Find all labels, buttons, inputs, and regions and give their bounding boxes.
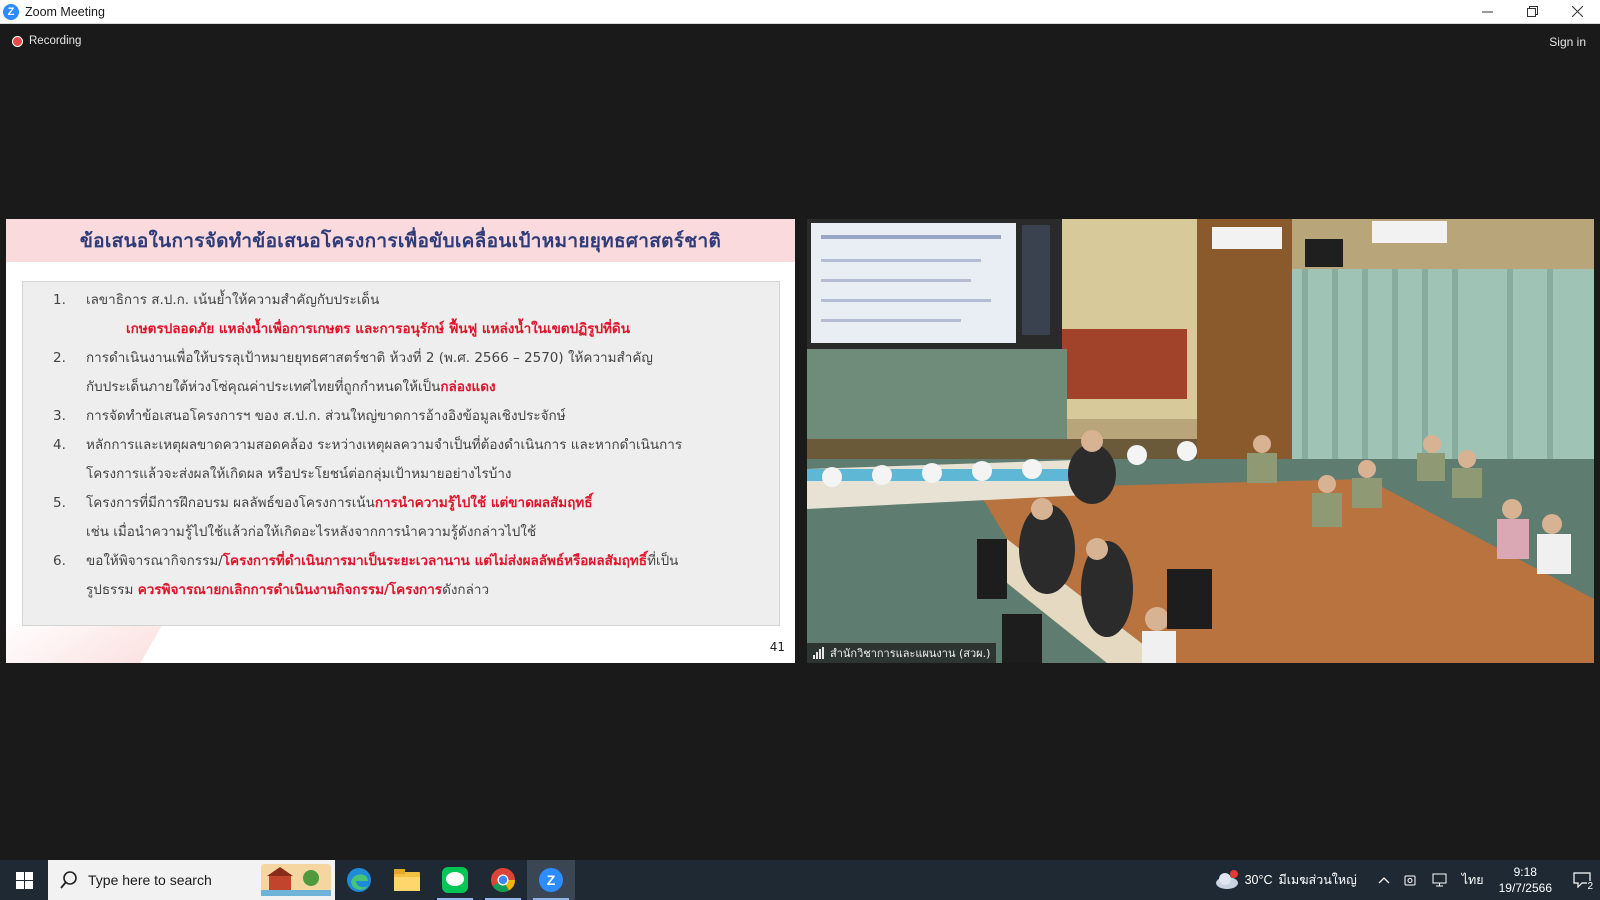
slide-title: ข้อเสนอในการจัดทำข้อเสนอโครงการเพื่อขับเ… xyxy=(79,229,722,252)
chrome-icon xyxy=(491,868,515,893)
sign-in-link[interactable]: Sign in xyxy=(1549,35,1586,49)
window-title-bar: Z Zoom Meeting xyxy=(0,0,1600,24)
start-button[interactable] xyxy=(0,860,48,900)
taskbar-search-box[interactable]: Type here to search xyxy=(48,860,335,900)
zoom-logo-icon: Z xyxy=(3,3,19,20)
cloudy-weather-icon xyxy=(1215,870,1238,889)
taskbar-file-explorer[interactable] xyxy=(383,860,431,900)
participant-name: สำนักวิชาการและแผนงาน (สวผ.) xyxy=(830,647,991,660)
network-button[interactable] xyxy=(1432,873,1448,887)
file-explorer-icon xyxy=(394,869,420,891)
taskbar-edge[interactable] xyxy=(335,860,383,900)
participant-video-tile[interactable]: สำนักวิชาการและแผนงาน (สวผ.) xyxy=(807,219,1594,663)
slide-content-box: 1. เลขาธิการ ส.ป.ก. เน้นย้ำให้ความสำคัญก… xyxy=(22,281,780,626)
search-icon xyxy=(60,871,77,889)
edge-icon xyxy=(347,868,371,892)
restore-icon xyxy=(1527,6,1538,17)
weather-widget[interactable]: 30°C มีเมฆส่วนใหญ่ xyxy=(1215,870,1357,890)
windows-logo-icon xyxy=(15,871,33,889)
minimize-icon xyxy=(1482,11,1493,13)
svg-text:Z: Z xyxy=(547,872,556,888)
line-icon xyxy=(442,867,468,893)
system-tray: 30°C มีเมฆส่วนใหญ่ ไทย 9:18 19/7/2566 2 xyxy=(1215,860,1600,900)
taskbar-clock[interactable]: 9:18 19/7/2566 xyxy=(1499,864,1552,896)
slide-item: 4. หลักการและเหตุผลขาดความสอดคล้อง ระหว่… xyxy=(53,437,683,482)
window-title: Zoom Meeting xyxy=(25,4,105,19)
slide-item: 2. การดำเนินงานเพื่อให้บรรลุเป้าหมายยุทธ… xyxy=(53,350,653,395)
camera-icon xyxy=(1404,875,1416,886)
slide-page-number: 41 xyxy=(769,640,785,654)
slide-item: 5. โครงการที่มีการฝึกอบรม ผลลัพธ์ของโครง… xyxy=(53,495,593,540)
zoom-icon: Z xyxy=(539,868,563,892)
minimize-button[interactable] xyxy=(1465,0,1510,23)
close-button[interactable] xyxy=(1555,0,1600,23)
taskbar-line[interactable] xyxy=(431,860,479,900)
meeting-room-video-image xyxy=(807,219,1594,663)
slide-header: ข้อเสนอในการจัดทำข้อเสนอโครงการเพื่อขับเ… xyxy=(6,219,795,262)
meet-now-button[interactable] xyxy=(1404,873,1418,887)
close-icon xyxy=(1572,6,1583,17)
weather-description: มีเมฆส่วนใหญ่ xyxy=(1278,873,1357,887)
notification-center-button[interactable]: 2 xyxy=(1564,860,1600,900)
recording-label: Recording xyxy=(29,35,82,47)
taskbar-chrome[interactable] xyxy=(479,860,527,900)
slide-item: 3. การจัดทำข้อเสนอโครงการฯ ของ ส.ป.ก. ส่… xyxy=(53,408,566,424)
shared-screen-slide: ข้อเสนอในการจัดทำข้อเสนอโครงการเพื่อขับเ… xyxy=(6,219,795,663)
restore-button[interactable] xyxy=(1510,0,1555,23)
taskbar-zoom[interactable]: Z xyxy=(527,860,575,900)
clock-date: 19/7/2566 xyxy=(1498,881,1552,895)
chevron-up-icon xyxy=(1378,877,1390,884)
language-indicator[interactable]: ไทย xyxy=(1462,870,1484,890)
windows-taskbar: Type here to search Z 30°C มีเมฆส่วนใหญ่… xyxy=(0,860,1600,900)
clock-time: 9:18 xyxy=(1513,865,1537,879)
network-icon xyxy=(1432,873,1447,887)
signal-strength-icon xyxy=(813,647,824,659)
participant-name-bar: สำนักวิชาการและแผนงาน (สวผ.) xyxy=(807,643,997,663)
slide-item: 6. ขอให้พิจารณากิจกรรม/โครงการที่ดำเนินก… xyxy=(53,553,679,598)
weather-temperature: 30°C xyxy=(1244,873,1273,887)
slide-item: 1. เลขาธิการ ส.ป.ก. เน้นย้ำให้ความสำคัญก… xyxy=(53,292,630,337)
recording-dot-icon xyxy=(12,35,23,47)
search-placeholder: Type here to search xyxy=(88,872,212,888)
show-hidden-icons-button[interactable] xyxy=(1378,876,1390,884)
meeting-canvas: Recording Sign in ข้อเสนอในการจัดทำข้อเส… xyxy=(0,24,1600,860)
slide-decoration xyxy=(6,623,164,663)
search-highlight-icon xyxy=(261,864,331,896)
notification-count-badge: 2 xyxy=(1587,881,1593,892)
recording-indicator[interactable]: Recording xyxy=(12,35,81,47)
